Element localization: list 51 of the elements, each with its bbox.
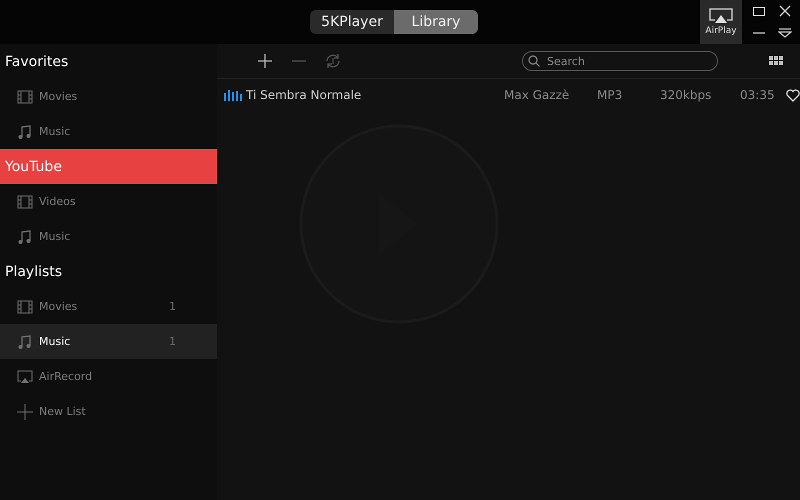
- add-button[interactable]: [255, 51, 275, 71]
- maximize-icon: [753, 6, 765, 16]
- repeat-icon: [324, 52, 342, 70]
- airplay-button[interactable]: AirPlay: [700, 0, 742, 44]
- item-label: Movies: [39, 300, 78, 313]
- film-icon: [17, 90, 33, 104]
- item-label: Movies: [39, 90, 78, 103]
- sidebar-item[interactable]: AirRecord: [0, 359, 217, 394]
- minimize-icon: [753, 32, 765, 34]
- item-label: Music: [39, 335, 72, 348]
- sidebar-heading[interactable]: Favorites: [0, 44, 217, 79]
- music-note-icon: [17, 228, 33, 244]
- close-icon: [779, 5, 791, 17]
- sidebar-item[interactable]: Music 1: [0, 324, 217, 359]
- minus-icon: [292, 60, 306, 62]
- item-label: AirRecord: [39, 370, 94, 383]
- heart-icon[interactable]: [786, 88, 800, 102]
- format-cell-text: MP3: [597, 88, 624, 102]
- item-count: 1: [169, 300, 177, 313]
- airplay-icon: [709, 8, 733, 24]
- bitrate-cell-text: 320kbps: [660, 88, 712, 102]
- sidebar-item[interactable]: New List: [0, 394, 217, 429]
- caret-icon: [778, 28, 792, 38]
- sidebar-item[interactable]: Movies 1: [0, 289, 217, 324]
- track-row[interactable]: Ti Sembra Normale Max Gazzè MP3 320kbps 03:35: [217, 79, 800, 111]
- sidebar-item[interactable]: Videos: [0, 184, 217, 219]
- sidebar-item[interactable]: Movies: [0, 79, 217, 114]
- search-field[interactable]: Search: [522, 51, 718, 71]
- music-note-icon: [17, 334, 33, 350]
- sidebar-item[interactable]: Music: [0, 219, 217, 254]
- view-tab[interactable]: 5KPlayer: [310, 10, 394, 34]
- search-icon: [528, 55, 540, 67]
- item-count: 1: [169, 335, 177, 348]
- plus-icon: [258, 54, 272, 68]
- music-note-icon: [17, 124, 33, 140]
- track-title: Ti Sembra Normale: [246, 88, 362, 102]
- screen-cast-icon: [17, 370, 33, 384]
- sidebar-item[interactable]: Music: [0, 114, 217, 149]
- item-label: New List: [39, 405, 87, 418]
- view-tab[interactable]: Library: [394, 10, 478, 34]
- artist-cell-text: Max Gazzè: [504, 88, 570, 102]
- item-label: Videos: [39, 195, 77, 208]
- film-icon: [17, 194, 33, 208]
- film-icon: [17, 300, 33, 314]
- sidebar-heading[interactable]: YouTube: [0, 149, 217, 184]
- plus-icon: [17, 404, 33, 420]
- sidebar-heading[interactable]: Playlists: [0, 254, 217, 289]
- grid-icon: [769, 56, 783, 66]
- item-label: Music: [39, 125, 72, 138]
- item-label: Music: [39, 230, 72, 243]
- duration-cell-text: 03:35: [740, 88, 776, 102]
